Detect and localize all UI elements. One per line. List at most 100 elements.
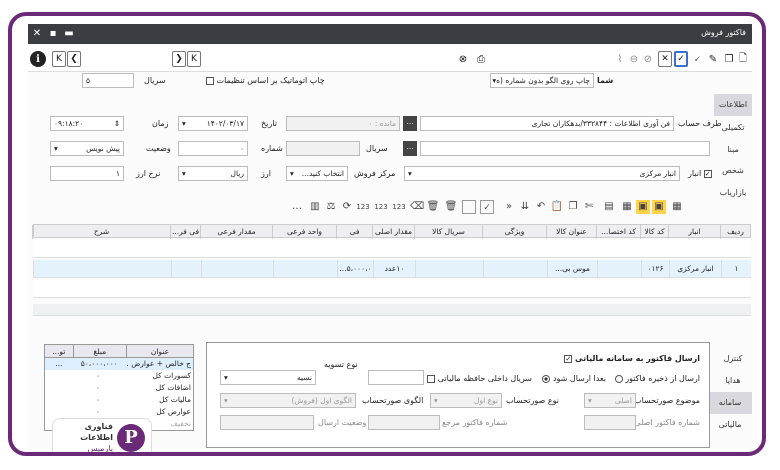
delete-icon[interactable]: ⊖ [628,51,640,67]
spinner-icon[interactable]: ⇕ [114,119,120,128]
collapse-icon[interactable]: » [502,200,516,214]
row-qty[interactable]: ۱۰عدد [373,260,415,278]
attach-icon[interactable]: ⌇ [614,51,626,67]
row-description[interactable] [33,260,171,278]
party-lookup-button[interactable]: ... [403,116,417,131]
last-record-icon[interactable]: K [187,51,201,67]
col-serial[interactable]: سریال کالا [414,225,482,239]
close-doc-icon[interactable]: ✕ [658,51,672,67]
more-icon[interactable]: … [290,200,304,214]
col-sub-qty[interactable]: مقدار فرعی [200,225,272,239]
col-special-code[interactable]: کد اختصا... [596,225,640,239]
table-row[interactable]: ۱ انبار مرکزی ۰۱۲۶ موس بی... ۱۰عدد ۵،۰۰۰… [33,260,751,278]
tab-info[interactable]: اطلاعات [714,94,752,116]
list-item[interactable]: کسورات کل ۰ [45,370,193,382]
trash-all-icon[interactable]: 🗑 [444,200,458,214]
col-warehouse[interactable]: انبار [668,225,720,239]
row-sub-unit[interactable] [273,260,337,278]
settings-icon[interactable]: ⊗ [456,51,470,67]
cut-icon[interactable]: ✄ [582,200,596,214]
internal-serial-input[interactable] [368,370,424,385]
row-special-code[interactable] [597,260,641,278]
settle-type-select[interactable]: نسیه ▾ [220,370,316,385]
barcode-icon[interactable]: ▥ [308,200,322,214]
party-extra-input[interactable] [420,141,710,156]
col-price[interactable]: فی [336,225,372,239]
select-none-icon[interactable] [462,200,476,214]
row-title[interactable]: موس بی... [547,260,597,278]
time-input[interactable]: ۰۹:۱۸:۲۰ ⇕ [50,116,124,131]
internal-serial-checkbox[interactable] [427,374,436,383]
invoice-pattern-select[interactable]: الگوی اول (فروش) ▾ [220,393,356,408]
row-code[interactable]: ۰۱۲۶ [641,260,669,278]
save-layout-icon[interactable]: ▣ [652,200,666,214]
party-input[interactable]: فن آوری اطلاعات : ۳۳۲۸۴۴/بدهکاران تجاری [420,116,674,131]
col-description[interactable]: شرح [32,225,170,239]
pricing-icon[interactable]: ⚖ [324,200,338,214]
send-tax-checkbox[interactable]: ✓ [564,354,573,363]
excel-icon[interactable]: ▦ [620,200,634,214]
ref-invoice-number-input[interactable] [368,415,440,430]
confirm-icon[interactable]: ✓ [674,51,688,67]
main-invoice-number-input[interactable] [584,415,636,430]
minimize-icon[interactable]: ▬ [62,27,76,40]
extra-lookup-button[interactable]: ... [403,141,417,156]
undo-icon[interactable]: ↶ [534,200,548,214]
date-input[interactable]: ▾ ۱۴۰۲/۰۳/۱۷ [178,116,248,131]
close-icon[interactable]: ✕ [30,27,44,40]
col-title[interactable]: عنوان کالا [546,225,596,239]
warehouse-checkbox[interactable]: ✓ [703,169,712,178]
print-template-select[interactable]: چاپ روی الگو بدون شماره (ه ▾ [490,73,594,88]
row-serial[interactable] [415,260,483,278]
row-sub-price[interactable] [171,260,201,278]
auto-print-checkbox[interactable] [206,76,214,85]
send-after-save-radio[interactable] [614,374,623,383]
maximize-icon[interactable]: ▪ [46,27,60,40]
info-icon[interactable]: i [30,51,46,67]
edit-doc-icon[interactable]: ✎ [706,51,720,67]
tab-basis[interactable]: مبنا [714,139,752,161]
paste-icon[interactable]: 📋 [550,200,564,214]
row-feature[interactable] [483,260,547,278]
tab-person[interactable]: شخص [714,160,752,182]
invoice-subject-select[interactable]: اصلی ▾ [584,393,636,408]
next-record-icon[interactable]: ❯ [172,51,186,67]
tab-marketer[interactable]: بازاریاب [714,182,752,204]
col-feature[interactable]: ویژگی [482,225,546,239]
rate-input[interactable]: ۱ [50,166,124,181]
new-doc-icon[interactable]: 🗋 [736,51,750,67]
row-price[interactable]: ۵،۰۰۰،۰... [337,260,373,278]
copy-doc-icon[interactable]: ❐ [722,51,736,67]
draft-select[interactable]: پیش نویس ▾ [50,141,124,156]
currency-select[interactable]: ریال ▾ [178,166,248,181]
invoice-type-select[interactable]: نوع اول ▾ [430,393,502,408]
sort-num-icon[interactable]: 123 [356,200,370,214]
col-sub-price[interactable]: فی فر... [170,225,200,239]
warehouse-select[interactable]: انبار مرکزی ▾ [404,166,680,181]
save-grid-icon[interactable]: ▣ [636,200,650,214]
trash-icon[interactable]: 🗑 [426,200,440,214]
sales-center-select[interactable]: انتخاب کنید... ▾ [286,166,348,181]
col-sub-unit[interactable]: واحد فرعی [272,225,336,239]
first-record-icon[interactable]: K [52,51,66,67]
tab-control[interactable]: کنترل [714,348,752,370]
print-icon[interactable]: ⎙ [474,51,488,67]
tab-gifts[interactable]: هدایا [714,370,752,392]
row-sub-qty[interactable] [201,260,273,278]
grid-view-icon[interactable]: ▦ [670,200,684,214]
cancel-icon[interactable]: ⊘ [642,51,654,67]
number-input[interactable]: ۰ [178,141,248,156]
col-code[interactable]: کد کالا [640,225,668,239]
send-later-radio[interactable] [542,374,551,383]
copy-icon[interactable]: ❐ [566,200,580,214]
card-icon[interactable]: ▤ [602,200,616,214]
move-down-icon[interactable]: ⇊ [518,200,532,214]
renumber-icon[interactable]: 123 [392,200,406,214]
list-item[interactable]: مالیات کل ۰ [45,394,193,406]
col-index[interactable]: ردیف [720,225,750,239]
refresh-icon[interactable]: ⟳ [340,200,354,214]
row-warehouse[interactable]: انبار مرکزی [669,260,721,278]
list-item[interactable]: عوارض کل ۰ [45,406,193,418]
list-item[interactable]: اضافات کل ۰ [45,382,193,394]
col-qty[interactable]: مقدار اصلی [372,225,414,239]
